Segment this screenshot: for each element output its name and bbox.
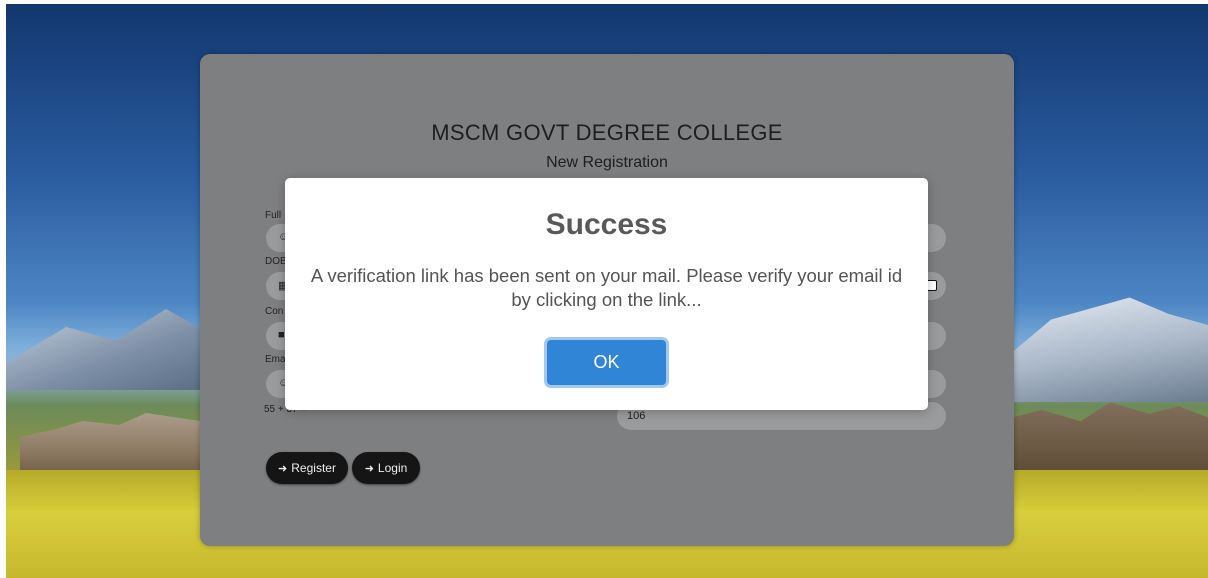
phone-icon: ■ <box>278 329 285 341</box>
ok-button[interactable]: OK <box>547 340 666 385</box>
sign-in-icon: ➜ <box>364 462 374 475</box>
login-button-label: Login <box>377 461 408 475</box>
college-title: MSCM GOVT DEGREE COLLEGE <box>431 120 783 145</box>
contact-label: Con <box>265 306 284 317</box>
full-name-label: Full <box>265 210 282 221</box>
dob-label: DOB <box>265 256 287 267</box>
register-button-label: Register <box>291 461 336 475</box>
success-modal: Success A verification link has been sen… <box>285 178 928 410</box>
modal-title: Success <box>545 208 668 241</box>
register-button[interactable]: ➜ Register <box>266 452 348 484</box>
email-label: Ema <box>265 354 286 365</box>
login-button[interactable]: ➜ Login <box>352 452 420 484</box>
modal-message: A verification link has been sent on you… <box>310 265 903 310</box>
registration-subtitle: New Registration <box>546 154 668 171</box>
page: MSCM GOVT DEGREE COLLEGE New Registratio… <box>0 0 1208 578</box>
sign-in-icon: ➜ <box>278 462 288 475</box>
captcha-answer-value: 106 <box>627 410 646 422</box>
